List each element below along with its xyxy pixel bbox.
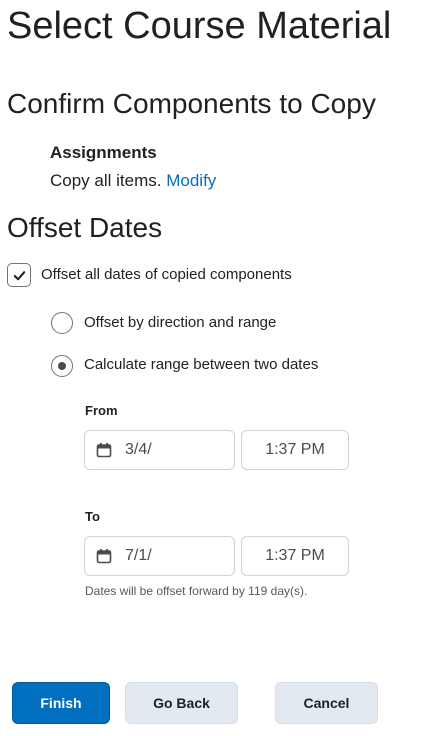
go-back-button[interactable]: Go Back (125, 682, 238, 724)
modify-link[interactable]: Modify (166, 171, 216, 190)
to-time-input[interactable]: 1:37 PM (241, 536, 349, 576)
from-date-value: 3/4/ (125, 441, 152, 458)
calendar-icon (96, 443, 112, 458)
confirm-components-heading: Confirm Components to Copy (7, 88, 376, 119)
checkmark-icon (13, 270, 25, 280)
radio-calculate-range-label[interactable]: Calculate range between two dates (84, 355, 318, 375)
radio-calculate-range[interactable] (51, 355, 73, 377)
component-description: Copy all items. Modify (50, 170, 216, 192)
from-time-input[interactable]: 1:37 PM (241, 430, 349, 470)
offset-dates-checkbox[interactable] (7, 263, 31, 287)
radio-offset-direction[interactable] (51, 312, 73, 334)
to-time-value: 1:37 PM (265, 547, 325, 564)
from-time-value: 1:37 PM (265, 441, 325, 458)
to-date-value: 7/1/ (125, 547, 152, 564)
offset-note: Dates will be offset forward by 119 day(… (85, 584, 308, 598)
cancel-button[interactable]: Cancel (275, 682, 378, 724)
to-label: To (85, 509, 100, 524)
from-date-input[interactable]: 3/4/ (84, 430, 235, 470)
component-desc-text: Copy all items. (50, 171, 162, 190)
to-date-input[interactable]: 7/1/ (84, 536, 235, 576)
offset-dates-heading: Offset Dates (7, 212, 163, 243)
calendar-icon (96, 549, 112, 564)
radio-offset-direction-label[interactable]: Offset by direction and range (84, 313, 276, 333)
page-title: Select Course Material (7, 5, 392, 47)
offset-dates-checkbox-label[interactable]: Offset all dates of copied components (41, 265, 292, 285)
finish-button[interactable]: Finish (12, 682, 110, 724)
component-name: Assignments (50, 143, 157, 162)
from-label: From (85, 403, 118, 418)
